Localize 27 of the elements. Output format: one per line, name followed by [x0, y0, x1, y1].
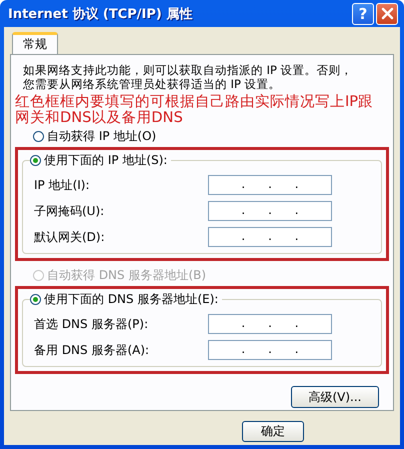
ip-address-field[interactable]: . . . — [208, 201, 332, 221]
close-button[interactable] — [376, 2, 398, 24]
tab[interactable]: 常规 — [12, 32, 58, 54]
ip-address-field[interactable]: . . . — [208, 175, 332, 195]
radio-label: 自动获得 DNS 服务器地址(B) — [47, 266, 206, 284]
advanced-button[interactable]: 高级(V)... — [291, 386, 379, 408]
description-text: 如果网络支持此功能，则可以获取自动指派的 IP 设置。否则， — [23, 63, 354, 77]
field-label: 备用 DNS 服务器(A): — [34, 342, 150, 358]
ip-address-field[interactable]: . . . — [208, 340, 332, 360]
radio-button[interactable] — [30, 154, 41, 166]
field-label: 默认网关(D): — [34, 228, 105, 246]
ip-address-field[interactable]: . . . — [208, 314, 332, 334]
ok-button[interactable]: 确定 — [242, 421, 304, 442]
ip-address-field[interactable]: . . . — [208, 227, 332, 247]
radio-label: 使用下面的 IP 地址(S): — [44, 152, 168, 168]
field-label: 子网掩码(U): — [34, 202, 104, 220]
field-label: IP 地址(I): — [34, 176, 90, 194]
description-text: 您需要从网络系统管理员处获得适当的 IP 设置。 — [23, 77, 282, 91]
annotation-text: 红色框框内要填写的可根据自己路由实际情况写上IP跟网关和DNS以及备用DNS — [15, 94, 374, 126]
radio-label: 自动获得 IP 地址(O) — [47, 128, 156, 144]
radio-button[interactable] — [33, 130, 44, 142]
field-label: 首选 DNS 服务器(P): — [34, 316, 148, 332]
radio-label: 使用下面的 DNS 服务器地址(E): — [44, 290, 218, 308]
close-icon — [380, 7, 394, 20]
radio-button[interactable] — [30, 294, 41, 304]
window-title: Internet 协议 (TCP/IP) 属性 — [8, 6, 192, 22]
help-button[interactable]: ? — [352, 2, 374, 24]
